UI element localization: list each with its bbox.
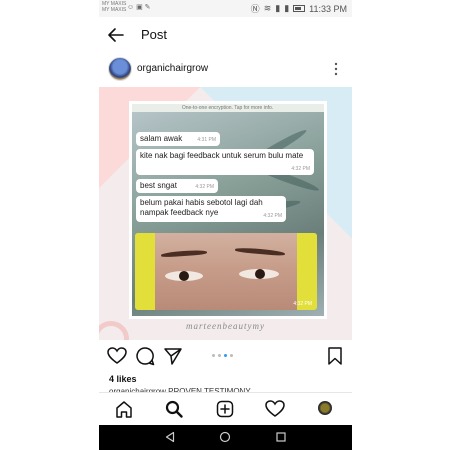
page-title: Post	[141, 27, 168, 42]
signal-icon-2: ▮	[284, 3, 290, 13]
likes-count[interactable]: 4 likes	[109, 374, 137, 384]
status-bar: MY MAXIS MY MAXIS ☺ ▣ ✎ Ⓝ ≋ ▮ ▮ 11:33 PM	[99, 0, 352, 17]
top-bar: Post	[99, 18, 352, 52]
carrier-line-2: MY MAXIS	[102, 7, 127, 13]
carousel-dot	[212, 354, 215, 357]
carousel-dot-active	[224, 354, 227, 357]
heart-icon[interactable]	[107, 346, 127, 366]
profile-avatar[interactable]	[318, 401, 332, 415]
comment-icon[interactable]	[135, 346, 155, 366]
home-icon[interactable]	[114, 399, 134, 419]
more-options-icon[interactable]	[334, 62, 338, 76]
carousel-indicator	[212, 354, 233, 357]
phone-screen: MY MAXIS MY MAXIS ☺ ▣ ✎ Ⓝ ≋ ▮ ▮ 11:33 PM…	[99, 0, 352, 450]
notification-icon: ☺ ▣ ✎	[127, 4, 151, 11]
home-circle-icon[interactable]	[219, 431, 231, 443]
search-icon[interactable]	[164, 399, 184, 419]
post-image[interactable]: One-to-one encryption. Tap for more info…	[99, 87, 352, 340]
status-right: Ⓝ ≋ ▮ ▮ 11:33 PM	[251, 2, 347, 15]
bookmark-icon[interactable]	[325, 346, 345, 366]
username[interactable]: organichairgrow	[137, 63, 208, 74]
watermark: marteenbeautymy	[186, 321, 265, 331]
signal-icon: ▮	[275, 3, 281, 13]
share-icon[interactable]	[163, 346, 183, 366]
recents-square-icon[interactable]	[275, 431, 287, 443]
wifi-icon: ≋	[263, 3, 272, 13]
post-header: organichairgrow	[99, 54, 352, 84]
photo-frame	[129, 101, 327, 319]
battery-icon	[293, 5, 306, 12]
activity-heart-icon[interactable]	[265, 399, 285, 419]
carousel-dot	[230, 354, 233, 357]
add-post-icon[interactable]	[215, 399, 235, 419]
post-actions	[99, 342, 352, 370]
carousel-dot	[218, 354, 221, 357]
notification-icons: ☺ ▣ ✎	[127, 3, 151, 11]
system-navigation-bar	[99, 425, 352, 450]
back-triangle-icon[interactable]	[164, 431, 176, 443]
carrier-label: MY MAXIS MY MAXIS	[102, 1, 126, 13]
clock: 11:33 PM	[309, 3, 347, 14]
avatar[interactable]	[108, 57, 132, 81]
back-arrow-icon[interactable]	[107, 26, 125, 44]
bottom-navigation	[99, 392, 352, 425]
nfc-icon: Ⓝ	[250, 4, 260, 14]
